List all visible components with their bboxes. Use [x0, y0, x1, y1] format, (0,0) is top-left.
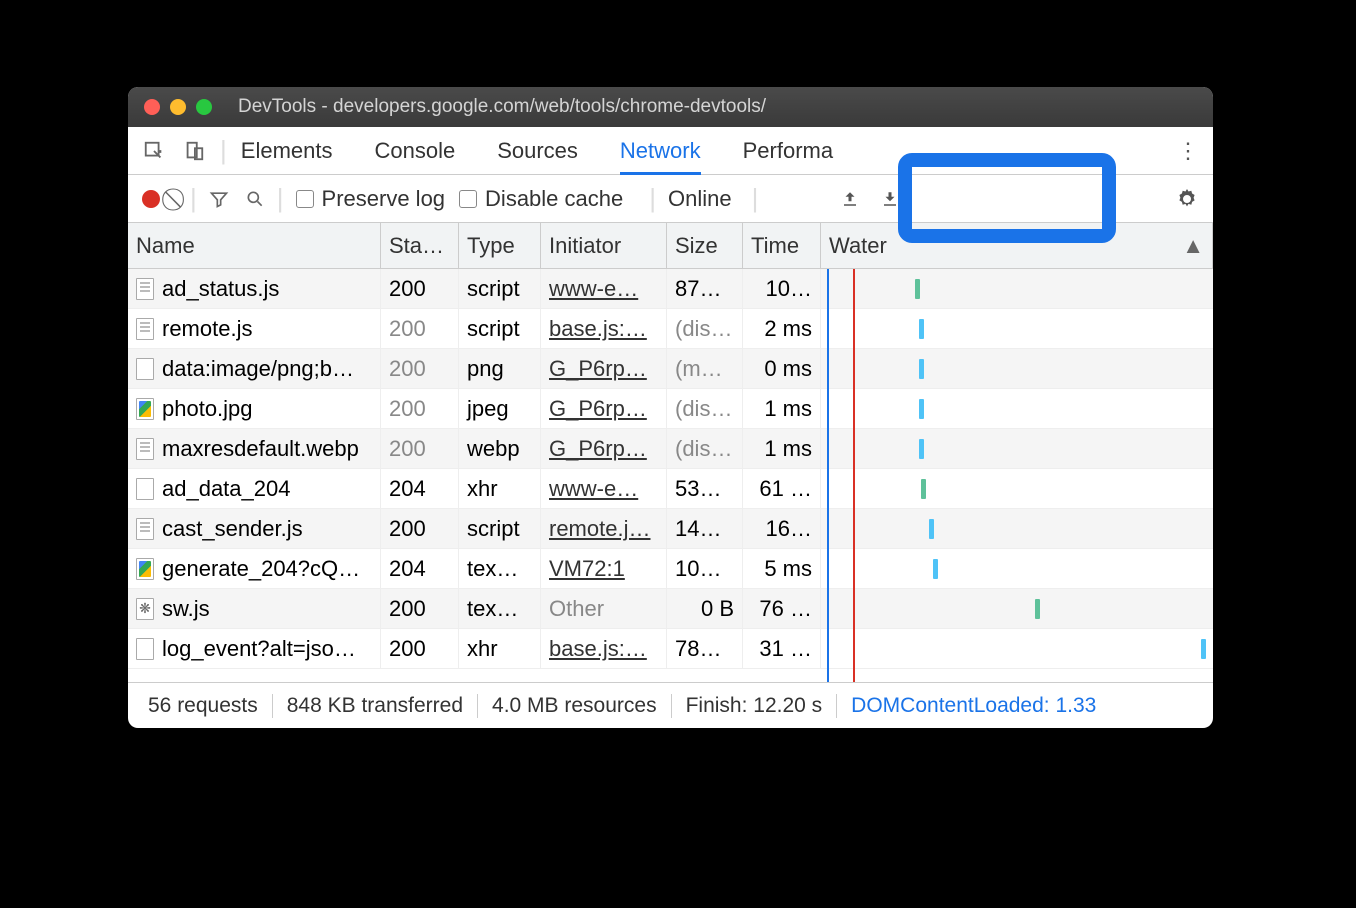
col-status[interactable]: Sta…	[381, 223, 459, 268]
settings-icon[interactable]	[1175, 187, 1199, 211]
inspect-icon[interactable]	[142, 139, 166, 163]
device-icon[interactable]	[182, 139, 206, 163]
table-row[interactable]: sw.js200tex…Other0 B76 …	[128, 589, 1213, 629]
preserve-log-checkbox[interactable]: Preserve log	[296, 186, 446, 212]
throttling-select[interactable]: Online	[668, 186, 732, 212]
table-row[interactable]: data:image/png;b…200pngG_P6rp…(m…0 ms	[128, 349, 1213, 389]
close-button[interactable]	[144, 99, 160, 115]
col-size[interactable]: Size	[667, 223, 743, 268]
record-button[interactable]	[142, 190, 160, 208]
col-initiator[interactable]: Initiator	[541, 223, 667, 268]
table-row[interactable]: cast_sender.js200scriptremote.j…14…16…	[128, 509, 1213, 549]
summary-bar: 56 requests 848 KB transferred 4.0 MB re…	[128, 682, 1213, 728]
col-time[interactable]: Time	[743, 223, 821, 268]
tab-console[interactable]: Console	[374, 138, 455, 164]
tab-performa[interactable]: Performa	[743, 138, 833, 164]
col-name[interactable]: Name	[128, 223, 381, 268]
table-row[interactable]: ad_data_204204xhrwww-e…53…61 …	[128, 469, 1213, 509]
more-menu[interactable]: ⋮	[1177, 138, 1199, 164]
window-title: DevTools - developers.google.com/web/too…	[238, 96, 766, 118]
disable-cache-checkbox[interactable]: Disable cache	[459, 186, 623, 212]
col-type[interactable]: Type	[459, 223, 541, 268]
tab-sources[interactable]: Sources	[497, 138, 578, 164]
summary-finish: Finish: 12.20 s	[672, 694, 838, 718]
checkbox-icon	[296, 190, 314, 208]
titlebar: DevTools - developers.google.com/web/too…	[128, 87, 1213, 127]
table-row[interactable]: log_event?alt=jso…200xhrbase.js:…78…31 …	[128, 629, 1213, 669]
table-headers: Name Sta… Type Initiator Size Time Water…	[128, 223, 1213, 269]
table-row[interactable]: photo.jpg200jpegG_P6rp…(dis…1 ms	[128, 389, 1213, 429]
filter-icon[interactable]	[209, 189, 229, 209]
download-har-button[interactable]	[870, 190, 910, 208]
sort-arrow-icon: ▲	[1182, 233, 1204, 259]
tab-network[interactable]: Network	[620, 138, 701, 175]
summary-resources: 4.0 MB resources	[478, 694, 672, 718]
table-row[interactable]: generate_204?cQ…204tex…VM72:110…5 ms	[128, 549, 1213, 589]
minimize-button[interactable]	[170, 99, 186, 115]
summary-requests: 56 requests	[134, 694, 273, 718]
devtools-window: DevTools - developers.google.com/web/too…	[128, 87, 1213, 728]
summary-transferred: 848 KB transferred	[273, 694, 478, 718]
traffic-lights	[144, 99, 212, 115]
summary-dcl: DOMContentLoaded: 1.33	[837, 694, 1110, 718]
panel-tabs: | ElementsConsoleSourcesNetworkPerforma …	[128, 127, 1213, 175]
col-waterfall[interactable]: Water▲	[821, 223, 1213, 268]
tab-elements[interactable]: Elements	[241, 138, 333, 164]
table-row[interactable]: ad_status.js200scriptwww-e…87…10…	[128, 269, 1213, 309]
search-icon[interactable]	[245, 189, 265, 209]
upload-har-button[interactable]	[830, 190, 870, 208]
checkbox-icon	[459, 190, 477, 208]
network-toolbar: ⃠ | | Preserve log Disable cache | Onlin…	[128, 175, 1213, 223]
maximize-button[interactable]	[196, 99, 212, 115]
request-table: ad_status.js200scriptwww-e…87…10…remote.…	[128, 269, 1213, 682]
table-row[interactable]: remote.js200scriptbase.js:…(dis…2 ms	[128, 309, 1213, 349]
table-row[interactable]: maxresdefault.webp200webpG_P6rp…(dis…1 m…	[128, 429, 1213, 469]
